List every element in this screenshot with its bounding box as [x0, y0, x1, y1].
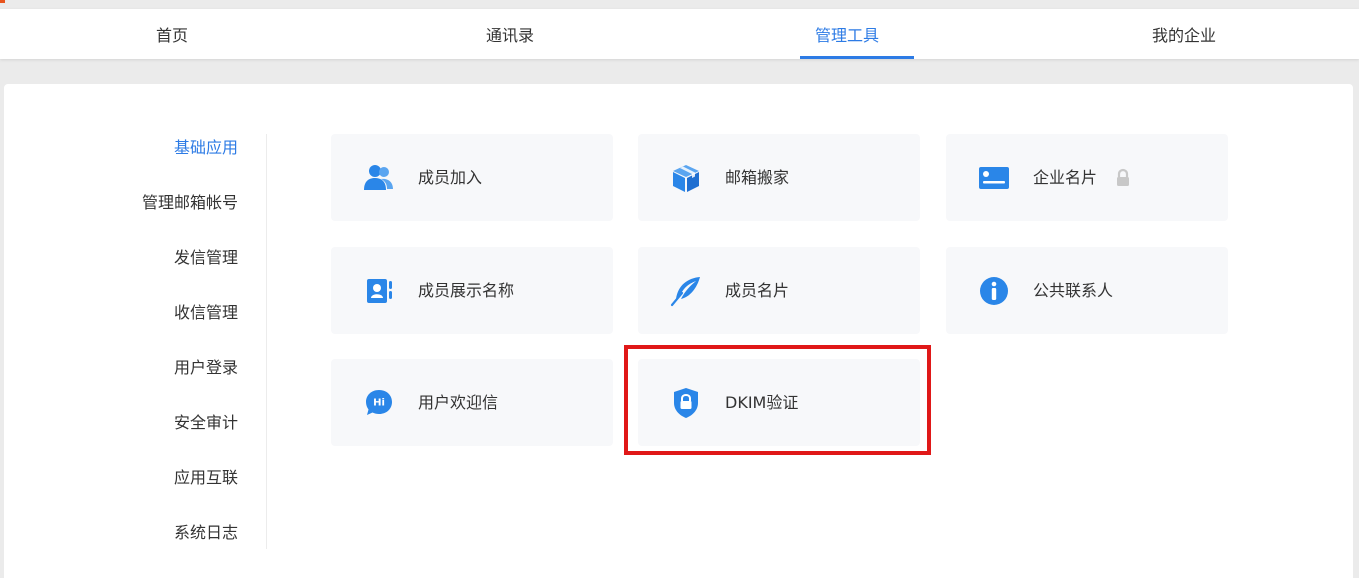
tool-card-label: DKIM验证 [725, 393, 799, 412]
tool-card-mailbox-migration[interactable]: 邮箱搬家 [638, 134, 920, 221]
sidebar-item-security-audit[interactable]: 安全审计 [174, 408, 238, 438]
tool-card-label: 成员加入 [418, 168, 483, 187]
tab-admin-tools[interactable]: 管理工具 [767, 9, 927, 59]
tool-card-label: 用户欢迎信 [418, 393, 499, 412]
tool-card-member-card[interactable]: 成员名片 [638, 247, 920, 334]
box-icon [670, 163, 702, 193]
top-navigation: 首页 通讯录 管理工具 我的企业 [0, 9, 1359, 59]
hi-bubble-icon: Hi [363, 388, 395, 418]
tool-card-label: 邮箱搬家 [725, 168, 790, 187]
tool-card-label: 成员名片 [725, 281, 790, 300]
tool-card-welcome-letter[interactable]: Hi 用户欢迎信 [331, 359, 613, 446]
tab-home-label: 首页 [155, 26, 188, 45]
svg-text:Hi: Hi [373, 398, 385, 409]
tab-contacts-label: 通讯录 [485, 26, 534, 45]
contact-card-icon [363, 276, 395, 306]
sidebar-item-app-interconnect[interactable]: 应用互联 [174, 463, 238, 493]
tool-card-dkim-verification[interactable]: DKIM验证 [638, 359, 920, 446]
main-panel: 基础应用 管理邮箱帐号 发信管理 收信管理 用户登录 安全审计 应用互联 系统日… [4, 84, 1353, 578]
tab-admin-tools-label: 管理工具 [814, 26, 879, 45]
top-strip [0, 0, 1359, 9]
tool-card-label: 公共联系人 [1033, 281, 1114, 300]
tool-card-enterprise-card[interactable]: 企业名片 [946, 134, 1228, 221]
sidebar-item-system-log[interactable]: 系统日志 [174, 518, 238, 548]
tool-card-member-display-name[interactable]: 成员展示名称 [331, 247, 613, 334]
shield-lock-icon [670, 388, 702, 418]
sidebar-item-basic-apps[interactable]: 基础应用 [174, 133, 238, 163]
tab-my-enterprise-label: 我的企业 [1151, 26, 1216, 45]
lock-icon [1114, 168, 1132, 188]
sidebar-item-user-login[interactable]: 用户登录 [174, 353, 238, 383]
users-add-icon [363, 163, 395, 193]
sidebar: 基础应用 管理邮箱帐号 发信管理 收信管理 用户登录 安全审计 应用互联 系统日… [4, 134, 267, 549]
sidebar-item-send-management[interactable]: 发信管理 [174, 243, 238, 273]
brand-mark [0, 0, 5, 3]
feather-icon [670, 276, 702, 307]
tab-my-enterprise[interactable]: 我的企业 [1104, 9, 1264, 59]
id-card-icon [978, 163, 1010, 193]
sidebar-item-receive-management[interactable]: 收信管理 [174, 298, 238, 328]
active-tab-indicator [800, 56, 914, 59]
tool-card-member-join[interactable]: 成员加入 [331, 134, 613, 221]
tab-home[interactable]: 首页 [92, 9, 252, 59]
tool-card-label: 企业名片 [1033, 168, 1098, 187]
tab-contacts[interactable]: 通讯录 [430, 9, 590, 59]
tool-card-public-contacts[interactable]: 公共联系人 [946, 247, 1228, 334]
sidebar-item-manage-accounts[interactable]: 管理邮箱帐号 [142, 188, 238, 218]
info-icon [978, 276, 1010, 306]
tool-card-label: 成员展示名称 [418, 281, 515, 300]
